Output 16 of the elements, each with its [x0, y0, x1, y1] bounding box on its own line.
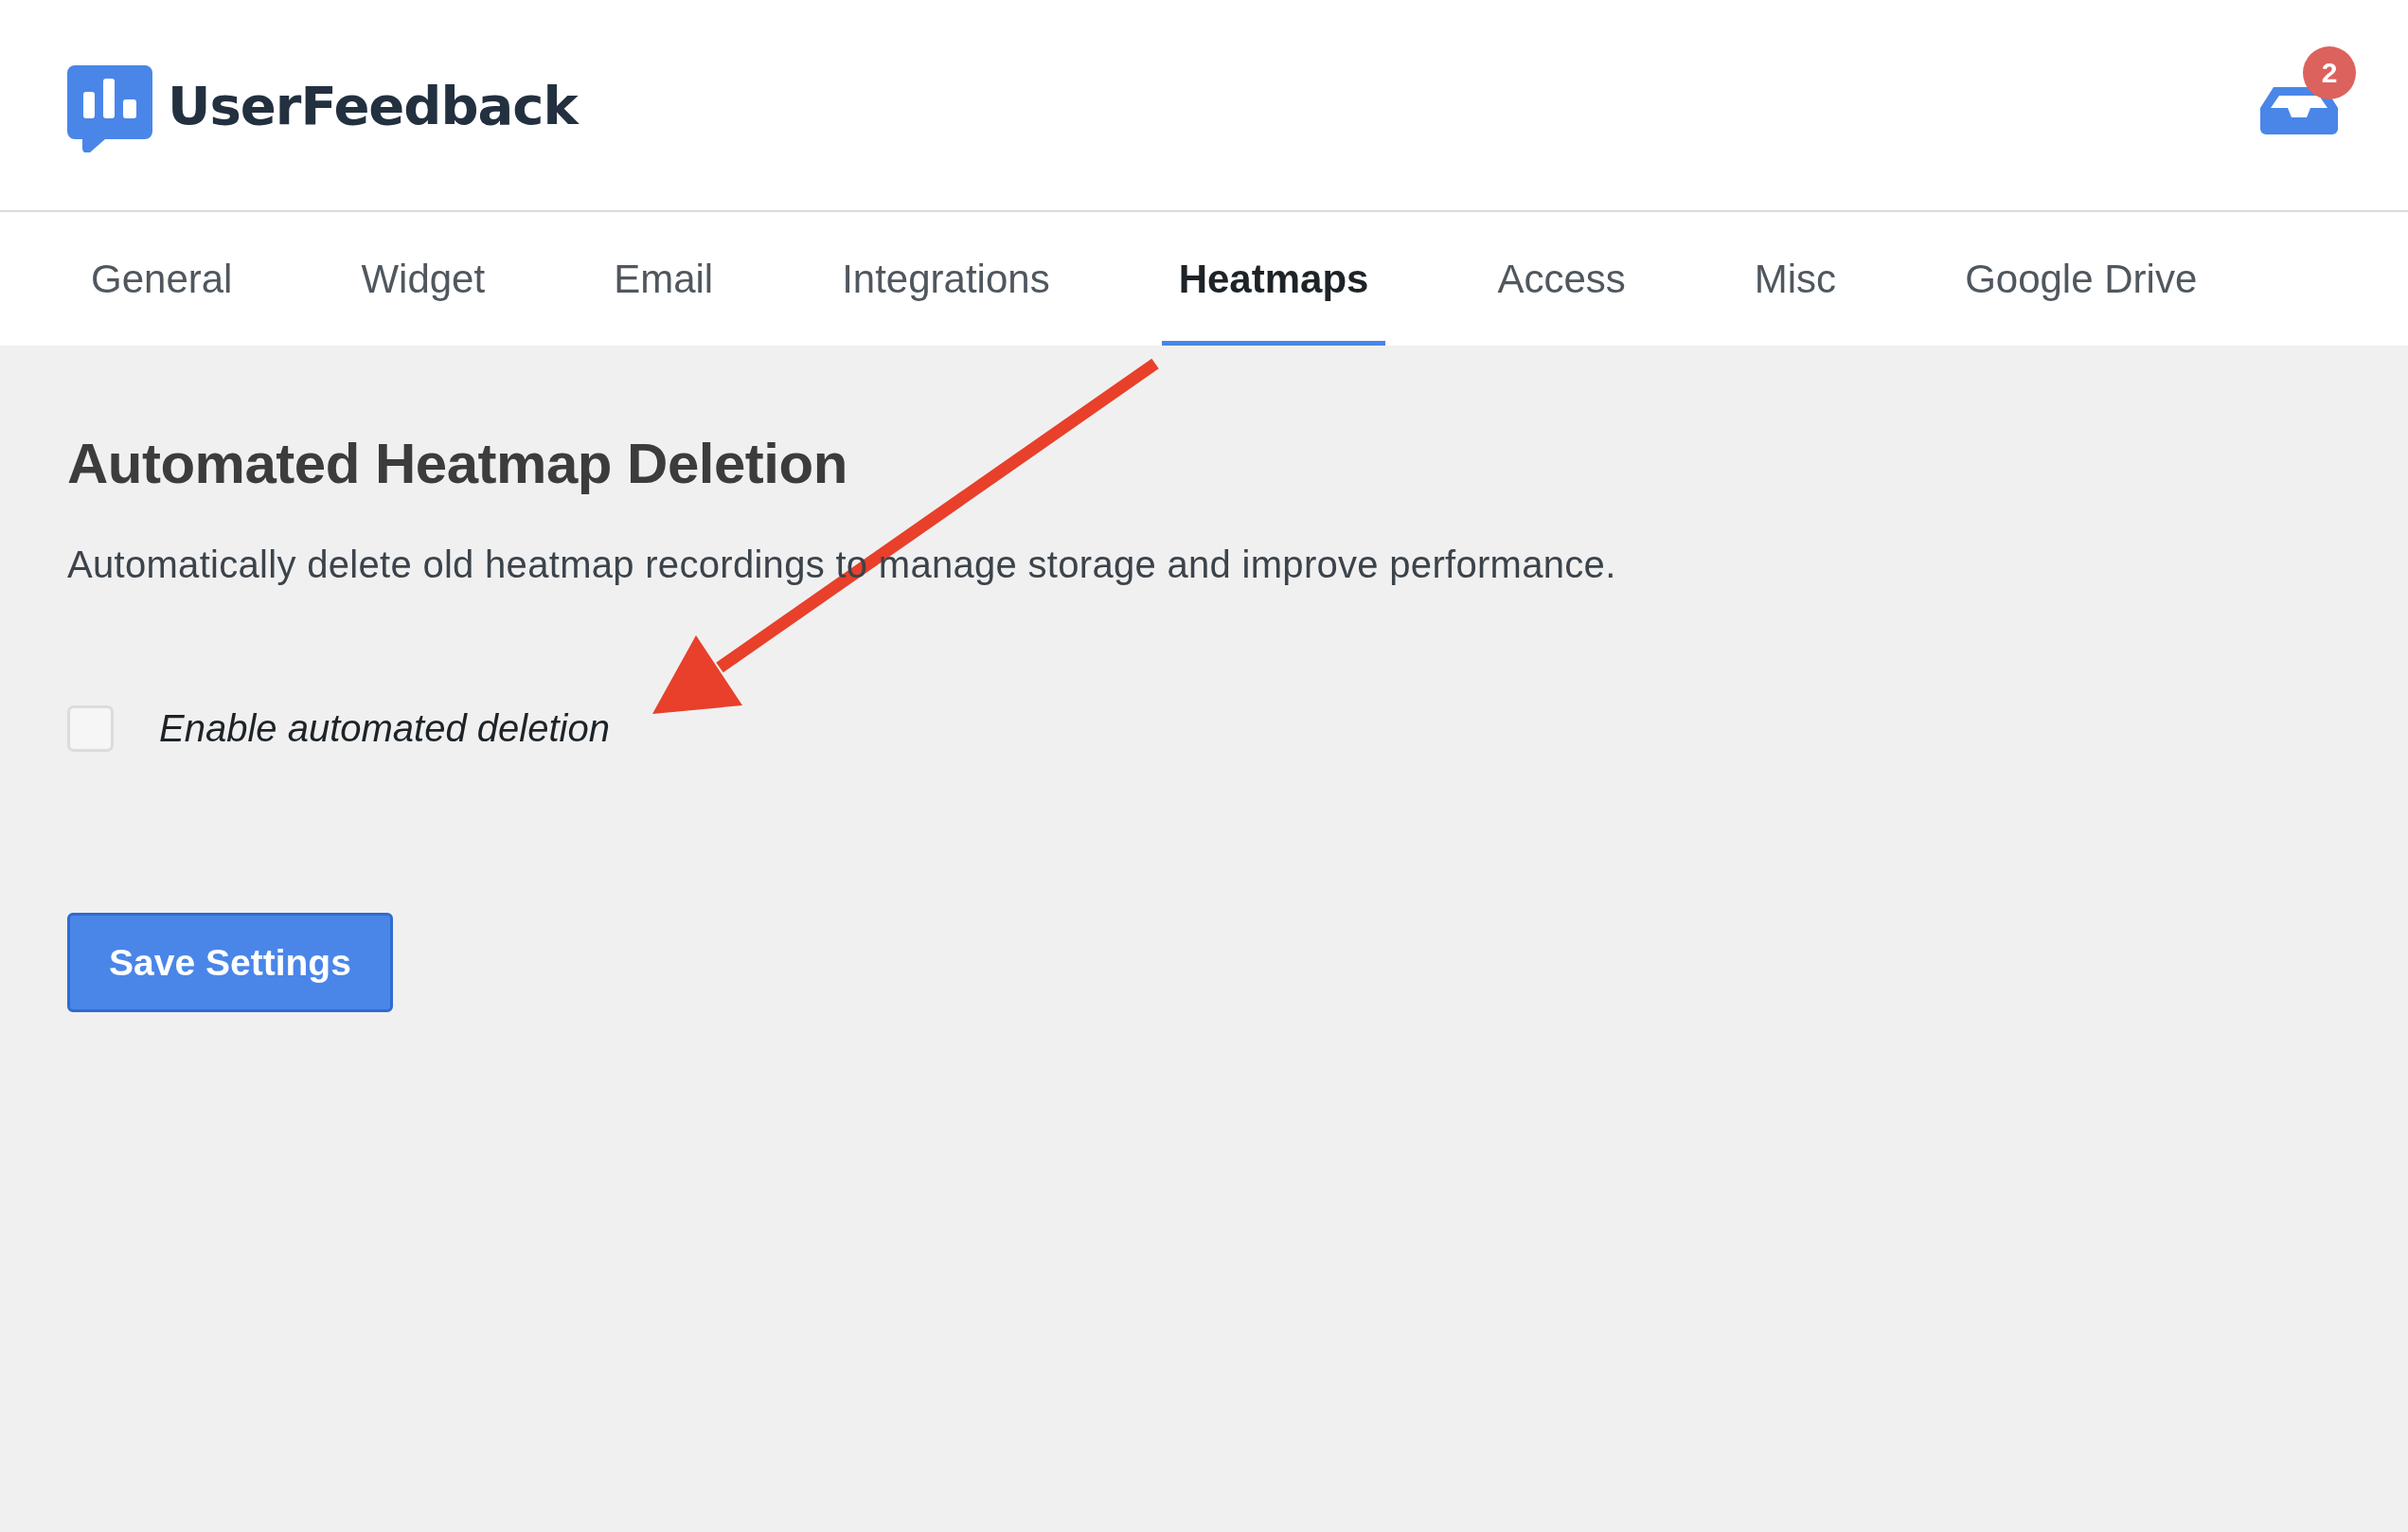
checkbox-label: Enable automated deletion: [159, 707, 610, 750]
settings-tab[interactable]: Access: [1480, 212, 1643, 346]
checkbox[interactable]: [67, 705, 114, 752]
settings-tab[interactable]: General: [74, 212, 250, 346]
inbox-button[interactable]: [2260, 87, 2338, 134]
settings-tab[interactable]: Email: [597, 212, 731, 346]
settings-tab[interactable]: Misc: [1737, 212, 1854, 346]
settings-tab[interactable]: Widget: [344, 212, 503, 346]
settings-tab[interactable]: Integrations: [825, 212, 1067, 346]
section-title: Automated Heatmap Deletion: [67, 431, 848, 496]
notification-badge: 2: [2303, 46, 2356, 99]
logo-icon: [67, 65, 152, 152]
settings-tab[interactable]: Google Drive: [1948, 212, 2215, 346]
logo-text: UserFeedback: [168, 74, 578, 136]
settings-tab[interactable]: Heatmaps: [1161, 212, 1386, 346]
save-settings-button[interactable]: Save Settings: [67, 913, 393, 1012]
